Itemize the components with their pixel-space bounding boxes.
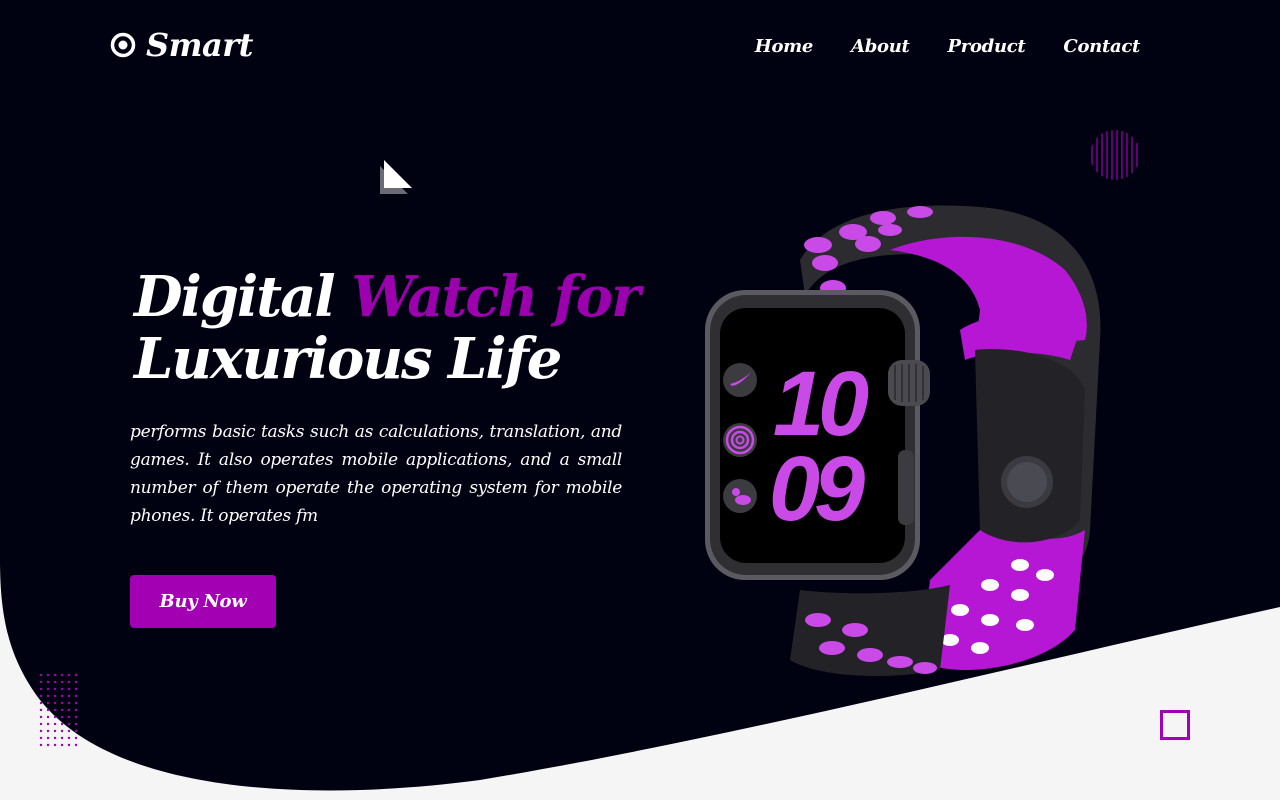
hero-description: performs basic tasks such as calculation…: [130, 422, 622, 526]
headline-line2: Luxurious Life: [134, 326, 562, 392]
headline-accent: Watch for: [351, 264, 640, 330]
brand-logo[interactable]: Smart: [110, 26, 253, 64]
nav-link-product[interactable]: Product: [948, 36, 1026, 57]
triangle-decoration: [380, 160, 412, 194]
nav-link-contact[interactable]: Contact: [1063, 36, 1140, 57]
nav-link-about[interactable]: About: [851, 36, 910, 57]
watch-minute: 09: [769, 438, 865, 540]
striped-circle-decoration: [1091, 130, 1138, 180]
headline-plain: Digital: [134, 264, 336, 330]
smartwatch-image: 10 09: [705, 205, 1101, 676]
buy-now-button[interactable]: Buy Now: [130, 575, 276, 628]
brand-name: Smart: [146, 26, 253, 64]
main-nav: Home About Product Contact: [755, 36, 1141, 57]
nav-link-home[interactable]: Home: [755, 36, 814, 57]
dot-grid-decoration: [38, 672, 78, 748]
square-outline-decoration: [1160, 710, 1190, 740]
hero-headline: Digital Watch for Luxurious Life: [134, 264, 641, 392]
target-icon: [110, 32, 136, 58]
